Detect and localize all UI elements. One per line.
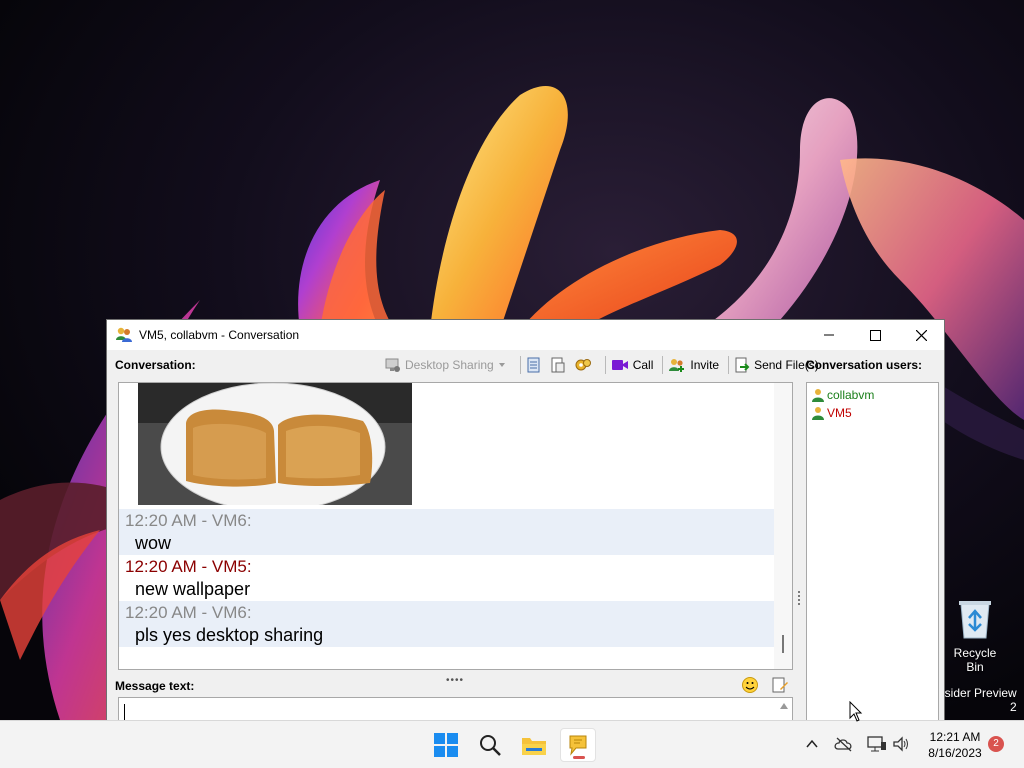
invite-users-icon [669,359,685,372]
folder-icon [522,738,546,755]
insider-preview-suffix: 2 [1010,700,1017,714]
emoticon-button[interactable] [741,676,759,694]
gears-icon [575,359,591,371]
message-text: pls yes desktop sharing [135,625,324,645]
minimize-icon [824,334,834,336]
call-label: Call [632,358,654,372]
file-transfer-button[interactable] [550,357,570,373]
user-icon [812,407,824,420]
whiteboard-button[interactable] [526,357,546,373]
send-files-button[interactable]: Send File(s) [734,357,819,373]
desktop-sharing-label: Desktop Sharing [405,358,494,372]
minimize-button[interactable] [806,320,852,350]
taskbar: 12:21 AM 8/16/2023 [0,720,1024,768]
recycle-bin-desktop-icon[interactable]: Recycle Bin [944,596,1006,674]
scroll-up-arrow-icon[interactable] [780,703,788,709]
show-hidden-icons-button[interactable] [804,736,820,752]
message-item: 12:20 AM - VM5: new wallpaper [119,555,774,601]
message-header: 12:20 AM - VM6: [125,603,252,622]
message-header: 12:20 AM - VM6: [125,511,252,530]
call-button[interactable]: Call [611,358,654,372]
cloud-offline-icon [834,737,852,752]
start-button[interactable] [428,728,464,762]
close-icon [915,329,927,341]
recycle-bin-label: Recycle Bin [953,646,997,674]
font-button[interactable] [771,676,789,694]
conversation-scrollbar[interactable] [774,383,792,669]
toolbar-separator [728,356,730,374]
desktop-sharing-button[interactable]: Desktop Sharing [385,357,511,373]
search-button[interactable] [472,728,508,762]
conversation-users-list: collabvm VM5 [806,382,939,720]
window-title: VM5, collabvm - Conversation [139,328,300,342]
smiley-icon [742,677,758,693]
conversation-toolbar: Desktop Sharing Call Invite Send File(s) [385,353,823,377]
send-file-icon [735,357,750,373]
mouse-pointer-icon [849,701,863,722]
message-text: wow [135,533,172,553]
onedrive-tray-button[interactable] [834,736,854,752]
user-icon [812,389,824,402]
active-indicator [573,756,585,759]
message-item: 12:20 AM - VM6: wow [119,509,774,555]
grilled-cheese-photo [138,383,412,505]
conversation-history[interactable]: 12:20 AM - VM6: wow 12:20 AM - VM5: new … [118,382,793,670]
messenger-app-icon [116,327,132,342]
file-explorer-button[interactable] [516,728,552,762]
message-text-label: Message text: [115,679,195,693]
user-name: collabvm [827,388,875,402]
notification-badge[interactable]: 2 [988,736,1004,752]
search-icon [480,735,501,756]
network-tray-button[interactable] [867,735,887,753]
maximize-button[interactable] [852,320,898,350]
clock-date: 8/16/2023 [928,746,982,760]
volume-tray-button[interactable] [892,735,910,753]
speaker-icon [893,736,908,752]
conversation-label: Conversation: [115,358,196,372]
document-icon [551,357,565,373]
conversation-users-label: Conversation users: [806,358,923,372]
send-files-label: Send File(s) [754,358,819,372]
taskbar-clock[interactable]: 12:21 AM 8/16/2023 [920,729,990,761]
toolbar-separator [604,356,606,374]
user-item-collabvm[interactable]: collabvm [807,386,938,404]
network-icon [867,736,886,752]
message-header: 12:20 AM - VM5: [125,557,252,576]
message-item: 12:20 AM - VM6: pls yes desktop sharing [119,601,774,647]
windows-start-icon [434,733,458,757]
toolbar-separator [519,356,521,374]
vertical-splitter-grip[interactable] [797,590,801,606]
recycle-bin-icon [956,596,994,640]
text-caret [124,704,125,720]
chevron-up-icon [806,739,818,748]
shared-image [138,383,412,505]
horizontal-splitter-grip[interactable]: •••• [446,675,464,686]
video-camera-icon [611,360,628,370]
title-bar[interactable]: VM5, collabvm - Conversation [107,320,944,350]
desktop-sharing-icon [385,358,400,372]
toolbar-separator [662,356,664,374]
invite-button[interactable]: Invite [668,357,719,373]
chevron-down-icon [498,363,505,367]
invite-label: Invite [690,358,720,372]
clock-time: 12:21 AM [929,730,981,744]
notebook-icon [527,357,540,373]
maximize-icon [869,329,881,341]
edit-document-icon [772,677,788,693]
user-item-vm5[interactable]: VM5 [807,404,938,422]
user-name: VM5 [827,406,852,420]
message-input[interactable] [118,697,793,720]
scrollbar-thumb[interactable] [782,635,784,653]
conversation-window: VM5, collabvm - Conversation Conversatio… [106,319,945,721]
close-button[interactable] [898,320,944,350]
message-text: new wallpaper [135,579,251,599]
insider-preview-label: nsider Preview [938,686,1017,700]
messenger-chat-icon [569,735,587,756]
messenger-taskbar-button[interactable] [560,728,596,762]
activities-button[interactable] [574,357,596,373]
